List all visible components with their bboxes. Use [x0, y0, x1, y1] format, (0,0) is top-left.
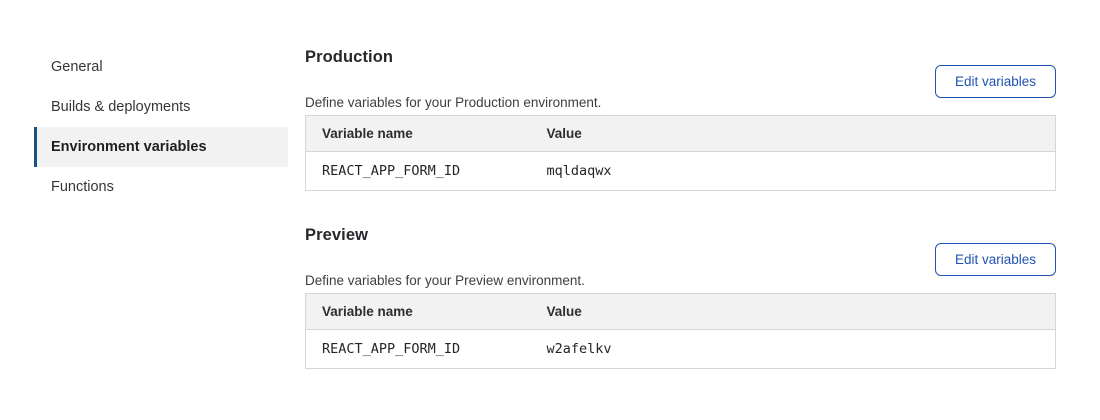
variable-name-cell: REACT_APP_FORM_ID	[306, 330, 531, 369]
preview-section-title: Preview	[305, 226, 368, 245]
sidebar-item-environment-variables[interactable]: Environment variables	[34, 127, 288, 167]
preview-section-description: Define variables for your Preview enviro…	[305, 273, 585, 288]
sidebar-item-label: Functions	[51, 179, 114, 195]
sidebar-item-general[interactable]: General	[34, 47, 288, 87]
production-variables-table: Variable name Value REACT_APP_FORM_ID mq…	[305, 115, 1056, 191]
value-column-header: Value	[531, 294, 1056, 330]
table-header-row: Variable name Value	[306, 294, 1056, 330]
variable-value-cell: w2afelkv	[531, 330, 1056, 369]
preview-edit-variables-button[interactable]: Edit variables	[935, 243, 1056, 276]
production-section-description: Define variables for your Production env…	[305, 95, 601, 110]
sidebar-item-label: General	[51, 59, 103, 75]
variable-name-column-header: Variable name	[306, 116, 531, 152]
variable-name-cell: REACT_APP_FORM_ID	[306, 152, 531, 191]
preview-variables-table: Variable name Value REACT_APP_FORM_ID w2…	[305, 293, 1056, 369]
production-section-title: Production	[305, 48, 393, 67]
variable-value-cell: mqldaqwx	[531, 152, 1056, 191]
variable-name-column-header: Variable name	[306, 294, 531, 330]
settings-page: General Builds & deployments Environment…	[0, 0, 1100, 420]
settings-sidebar: General Builds & deployments Environment…	[34, 47, 288, 207]
production-edit-variables-button[interactable]: Edit variables	[935, 65, 1056, 98]
table-row: REACT_APP_FORM_ID mqldaqwx	[306, 152, 1056, 191]
sidebar-item-builds-deployments[interactable]: Builds & deployments	[34, 87, 288, 127]
value-column-header: Value	[531, 116, 1056, 152]
sidebar-item-functions[interactable]: Functions	[34, 167, 288, 207]
sidebar-item-label: Environment variables	[51, 139, 207, 155]
table-row: REACT_APP_FORM_ID w2afelkv	[306, 330, 1056, 369]
sidebar-item-label: Builds & deployments	[51, 99, 190, 115]
table-header-row: Variable name Value	[306, 116, 1056, 152]
